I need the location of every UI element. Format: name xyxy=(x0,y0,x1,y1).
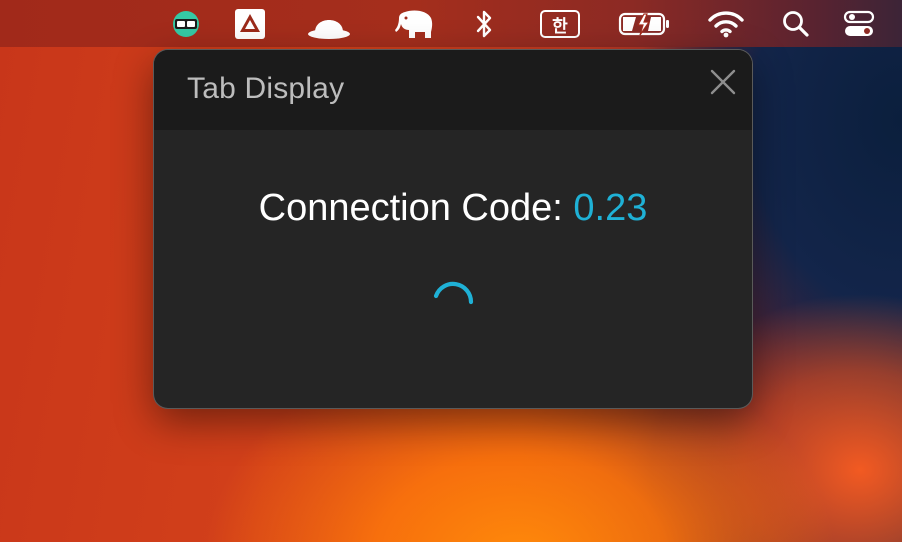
connection-code-line: Connection Code: 0.23 xyxy=(154,187,752,230)
drive-icon[interactable] xyxy=(232,6,268,42)
connection-code-label: Connection Code: xyxy=(258,187,574,229)
window-title: Tab Display xyxy=(187,72,345,105)
close-icon xyxy=(710,69,736,95)
spotlight-search-icon[interactable] xyxy=(780,6,812,42)
tab-display-window: Tab Display Connection Code: 0.23 xyxy=(154,50,752,408)
tab-display-status-icon[interactable] xyxy=(168,6,204,42)
bowler-hat-icon[interactable] xyxy=(305,6,353,42)
loading-spinner-icon xyxy=(430,278,476,324)
close-button[interactable] xyxy=(708,67,738,97)
window-titlebar: Tab Display xyxy=(154,50,752,130)
elephant-icon[interactable] xyxy=(392,6,438,42)
hangul-label: 한 xyxy=(540,10,580,38)
input-source-hangul-icon[interactable]: 한 xyxy=(538,6,582,42)
menu-bar: 한 xyxy=(0,0,902,47)
battery-charging-icon[interactable] xyxy=(618,6,672,42)
wifi-icon[interactable] xyxy=(706,6,746,42)
control-center-icon[interactable] xyxy=(842,6,876,42)
connection-code-value: 0.23 xyxy=(573,187,648,229)
desktop-wallpaper: 한 Tab Display Connection Code: 0.23 xyxy=(0,0,902,542)
bluetooth-icon[interactable] xyxy=(470,6,498,42)
